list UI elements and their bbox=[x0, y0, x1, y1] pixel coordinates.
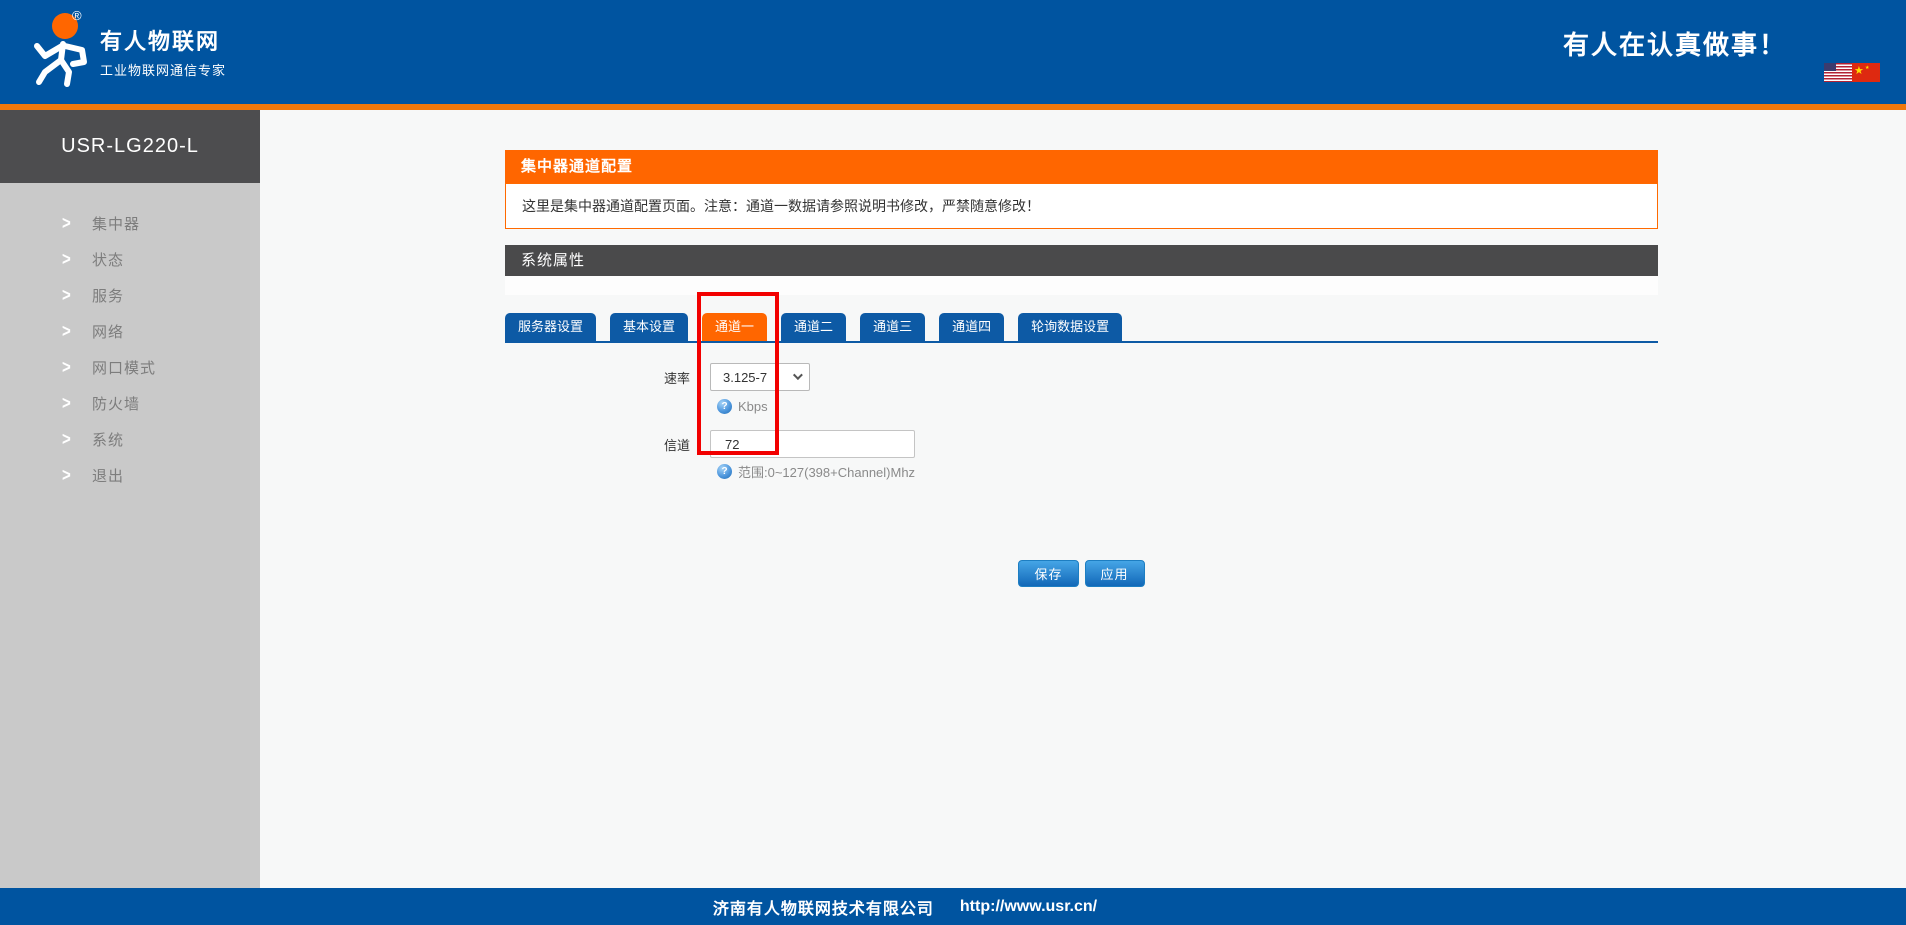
registered-mark: ® bbox=[72, 8, 82, 23]
header-slogan: 有人在认真做事！ bbox=[1562, 30, 1787, 60]
language-switcher: ★ ★ bbox=[1824, 63, 1880, 82]
device-model-header: USR-LG220-L bbox=[0, 110, 260, 183]
main-content: 集中器通道配置 这里是集中器通道配置页面。注意：通道一数据请参照说明书修改，严禁… bbox=[505, 110, 1658, 888]
us-flag-icon[interactable] bbox=[1824, 63, 1852, 82]
cn-flag-star-icon: ★ bbox=[1854, 65, 1864, 77]
rate-select[interactable]: 3.125-7 bbox=[710, 363, 810, 391]
footer-url-link[interactable]: http://www.usr.cn/ bbox=[960, 898, 1097, 916]
rate-select-value: 3.125-7 bbox=[723, 369, 768, 385]
rate-row: 速率 3.125-7 bbox=[505, 363, 810, 391]
tab-channel-2[interactable]: 通道二 bbox=[781, 313, 847, 341]
sidebar-nav: > 集中器 > 状态 > 服务 > 网络 > 网口模式 > 防火墙 > 系统 >… bbox=[0, 183, 260, 888]
tab-channel-3[interactable]: 通道三 bbox=[860, 313, 926, 341]
section-title: 系统属性 bbox=[505, 245, 1658, 276]
chevron-right-icon: > bbox=[62, 464, 71, 486]
page-note: 这里是集中器通道配置页面。注意：通道一数据请参照说明书修改，严禁随意修改！ bbox=[505, 183, 1658, 229]
rate-hint-text: Kbps bbox=[738, 398, 768, 414]
footer-company: 济南有人物联网技术有限公司 bbox=[712, 900, 934, 918]
sidebar-item-label: 服务 bbox=[92, 287, 125, 305]
help-icon: ? bbox=[717, 463, 732, 479]
page-footer: 济南有人物联网技术有限公司 http://www.usr.cn/ bbox=[0, 888, 1906, 925]
save-button[interactable]: 保存 bbox=[1018, 560, 1079, 587]
chevron-right-icon: > bbox=[62, 428, 71, 450]
panel-strip bbox=[505, 276, 1658, 295]
us-flag-canton bbox=[1824, 63, 1836, 71]
sidebar-item-label: 防火墙 bbox=[92, 395, 141, 413]
sidebar-item-system[interactable]: > 系统 bbox=[0, 421, 260, 457]
sidebar-item-label: 系统 bbox=[92, 431, 125, 449]
top-header: ® 有人物联网 工业物联网通信专家 有人在认真做事！ ★ ★ bbox=[0, 0, 1906, 104]
channel-tab-bar: 服务器设置 基本设置 通道一 通道二 通道三 通道四 轮询数据设置 bbox=[505, 313, 1658, 343]
sidebar-item-firewall[interactable]: > 防火墙 bbox=[0, 385, 260, 421]
tab-channel-4[interactable]: 通道四 bbox=[939, 313, 1005, 341]
channel-row: 信道 bbox=[505, 430, 915, 458]
sidebar-item-label: 状态 bbox=[92, 251, 125, 269]
tab-poll-data-settings[interactable]: 轮询数据设置 bbox=[1018, 313, 1123, 341]
cn-flag-icon[interactable]: ★ ★ bbox=[1852, 63, 1880, 82]
sidebar-item-port-mode[interactable]: > 网口模式 bbox=[0, 349, 260, 385]
tab-channel-1[interactable]: 通道一 bbox=[702, 313, 768, 341]
chevron-down-icon bbox=[792, 370, 803, 381]
brand-name: 有人物联网 bbox=[100, 29, 221, 54]
sidebar-item-label: 网口模式 bbox=[92, 359, 157, 377]
chevron-right-icon: > bbox=[62, 320, 71, 342]
tab-basic-settings[interactable]: 基本设置 bbox=[610, 313, 689, 341]
sidebar-item-network[interactable]: > 网络 bbox=[0, 313, 260, 349]
sidebar-item-logout[interactable]: > 退出 bbox=[0, 457, 260, 493]
sidebar-item-service[interactable]: > 服务 bbox=[0, 277, 260, 313]
sidebar-item-concentrator[interactable]: > 集中器 bbox=[0, 205, 260, 241]
apply-button[interactable]: 应用 bbox=[1084, 560, 1145, 587]
cn-flag-star-small-icon: ★ bbox=[1865, 65, 1870, 71]
chevron-right-icon: > bbox=[62, 248, 71, 270]
sidebar-item-label: 退出 bbox=[92, 467, 125, 485]
sidebar-item-label: 网络 bbox=[92, 323, 125, 341]
chevron-right-icon: > bbox=[62, 392, 71, 414]
sidebar-menu: > 集中器 > 状态 > 服务 > 网络 > 网口模式 > 防火墙 > 系统 >… bbox=[0, 183, 260, 493]
chevron-right-icon: > bbox=[62, 356, 71, 378]
chevron-right-icon: > bbox=[62, 212, 71, 234]
help-icon: ? bbox=[717, 398, 732, 414]
brand-tagline: 工业物联网通信专家 bbox=[100, 63, 227, 78]
rate-hint: ? Kbps bbox=[717, 398, 768, 414]
action-buttons: 保存 应用 bbox=[505, 560, 1658, 587]
channel-hint-text: 范围:0~127(398+Channel)Mhz bbox=[738, 464, 916, 480]
sidebar-item-label: 集中器 bbox=[92, 215, 141, 233]
chevron-right-icon: > bbox=[62, 284, 71, 306]
sidebar-item-status[interactable]: > 状态 bbox=[0, 241, 260, 277]
rate-label: 速率 bbox=[663, 370, 690, 386]
channel-label: 信道 bbox=[663, 437, 690, 453]
page-title: 集中器通道配置 bbox=[505, 150, 1658, 183]
tab-server-settings[interactable]: 服务器设置 bbox=[505, 313, 597, 341]
usr-person-logo-icon bbox=[25, 6, 105, 88]
channel-input[interactable] bbox=[710, 430, 915, 458]
channel-hint: ? 范围:0~127(398+Channel)Mhz bbox=[717, 463, 916, 480]
